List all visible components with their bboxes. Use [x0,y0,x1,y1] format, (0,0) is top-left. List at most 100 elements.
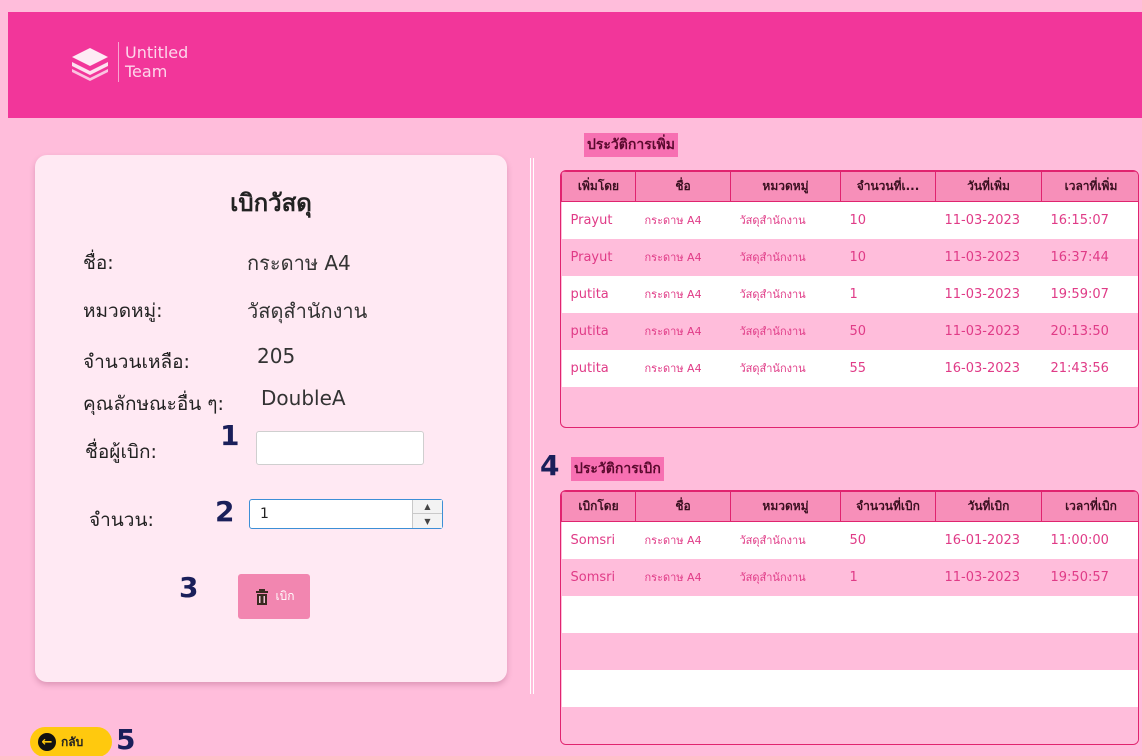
brand-logo: Untitled Team [66,38,188,86]
cell-user: putita [561,349,636,387]
cell-user: Prayut [561,201,636,239]
add-history-table[interactable]: เพิ่มโดย ชื่อ หมวดหมู่ จำนวนที่เ... วันท… [560,170,1139,428]
column-header[interactable]: วันที่เพิ่ม [935,171,1042,202]
quantity-value: 1 [260,506,269,522]
column-header[interactable]: เวลาที่เพิ่ม [1041,171,1138,202]
withdraw-history-title: ประวัติการเบิก [571,457,664,481]
cell-time: 16:15:07 [1041,201,1138,239]
column-header[interactable]: ชื่อ [635,171,731,202]
cell-date: 11-03-2023 [935,201,1042,239]
brand-text: Untitled Team [125,43,188,81]
cell-item: กระดาษ A4 [635,521,731,559]
cell-time: 19:50:57 [1041,558,1138,596]
brand-line2: Team [125,62,168,81]
column-header[interactable]: ชื่อ [635,491,731,522]
category-value: วัสดุสำนักงาน [247,299,368,323]
cell-date: 11-03-2023 [935,312,1042,350]
logo-divider [118,42,119,82]
cell-category: วัสดุสำนักงาน [730,201,841,239]
cell-user: Prayut [561,238,636,276]
cell-item: กระดาษ A4 [635,275,731,313]
cell-item: กระดาษ A4 [635,201,731,239]
name-label: ชื่อ: [83,252,114,274]
marker-2: 2 [215,495,235,528]
cell-item: กระดาษ A4 [635,312,731,350]
back-button-label: กลับ [61,734,84,749]
column-header[interactable]: หมวดหมู่ [730,491,841,522]
empty-row [561,706,1138,744]
requester-input[interactable] [256,431,424,465]
cell-category: วัสดุสำนักงาน [730,312,841,350]
cell-time: 21:43:56 [1041,349,1138,387]
column-header[interactable]: เบิกโดย [561,491,636,522]
cell-quantity: 1 [840,275,936,313]
cell-time: 11:00:00 [1041,521,1138,559]
empty-row [561,632,1138,670]
cell-category: วัสดุสำนักงาน [730,349,841,387]
remaining-value: 205 [257,344,296,368]
cell-category: วัสดุสำนักงาน [730,521,841,559]
cell-time: 20:13:50 [1041,312,1138,350]
cell-quantity: 10 [840,201,936,239]
requester-label: ชื่อผู้เบิก: [85,441,157,463]
column-header[interactable]: จำนวนที่เ... [840,171,936,202]
back-button[interactable]: ← กลับ [30,727,112,756]
cell-user: Somsri [561,521,636,559]
book-stack-icon [72,48,108,81]
table-row[interactable]: putita กระดาษ A4 วัสดุสำนักงาน 55 16-03-… [561,349,1138,387]
quantity-label: จำนวน: [89,509,154,531]
cell-date: 11-03-2023 [935,275,1042,313]
cell-quantity: 55 [840,349,936,387]
category-label: หมวดหมู่: [83,300,163,322]
withdraw-history-header-row: เบิกโดย ชื่อ หมวดหมู่ จำนวนที่เบิก วันที… [561,491,1138,522]
cell-date: 16-01-2023 [935,521,1042,559]
empty-row [561,595,1138,633]
properties-value: DoubleA [261,386,346,410]
table-row[interactable]: Somsri กระดาษ A4 วัสดุสำนักงาน 1 11-03-2… [561,558,1138,596]
empty-row [561,669,1138,707]
properties-label: คุณลักษณะอื่น ๆ: [83,393,224,415]
remaining-label: จำนวนเหลือ: [83,351,190,373]
marker-4: 4 [540,449,560,482]
form-title: เบิกวัสดุ [230,189,312,217]
add-history-title: ประวัติการเพิ่ม [584,133,678,157]
cell-quantity: 50 [840,312,936,350]
column-header[interactable]: หมวดหมู่ [730,171,841,202]
stepper-down-button[interactable]: ▼ [413,514,442,528]
table-row[interactable]: putita กระดาษ A4 วัสดุสำนักงาน 50 11-03-… [561,312,1138,350]
cell-quantity: 10 [840,238,936,276]
brand-line1: Untitled [125,43,189,62]
quantity-stepper[interactable]: 1 ▲ ▼ [249,499,443,529]
vertical-divider [530,158,534,694]
withdraw-form-card: เบิกวัสดุ ชื่อ: กระดาษ A4 หมวดหมู่: วัสด… [35,155,507,682]
cell-item: กระดาษ A4 [635,238,731,276]
stepper-buttons: ▲ ▼ [412,500,442,528]
cell-item: กระดาษ A4 [635,349,731,387]
cell-item: กระดาษ A4 [635,558,731,596]
table-row[interactable]: Prayut กระดาษ A4 วัสดุสำนักงาน 10 11-03-… [561,201,1138,239]
withdraw-history-table[interactable]: เบิกโดย ชื่อ หมวดหมู่ จำนวนที่เบิก วันที… [560,490,1139,745]
cell-category: วัสดุสำนักงาน [730,275,841,313]
cell-user: putita [561,275,636,313]
table-row[interactable]: Somsri กระดาษ A4 วัสดุสำนักงาน 50 16-01-… [561,521,1138,559]
cell-category: วัสดุสำนักงาน [730,558,841,596]
cell-date: 11-03-2023 [935,558,1042,596]
cell-quantity: 1 [840,558,936,596]
column-header[interactable]: เพิ่มโดย [561,171,636,202]
trash-icon [255,588,268,605]
cell-date: 16-03-2023 [935,349,1042,387]
add-history-header-row: เพิ่มโดย ชื่อ หมวดหมู่ จำนวนที่เ... วันท… [561,171,1138,202]
column-header[interactable]: จำนวนที่เบิก [840,491,936,522]
withdraw-button[interactable]: เบิก [238,574,310,619]
column-header[interactable]: วันที่เบิก [935,491,1042,522]
cell-date: 11-03-2023 [935,238,1042,276]
table-row[interactable]: putita กระดาษ A4 วัสดุสำนักงาน 1 11-03-2… [561,275,1138,313]
cell-time: 19:59:07 [1041,275,1138,313]
table-row[interactable]: Prayut กระดาษ A4 วัสดุสำนักงาน 10 11-03-… [561,238,1138,276]
marker-3: 3 [179,571,199,604]
marker-1: 1 [220,419,240,452]
stepper-up-button[interactable]: ▲ [413,500,442,514]
cell-quantity: 50 [840,521,936,559]
cell-time: 16:37:44 [1041,238,1138,276]
column-header[interactable]: เวลาที่เบิก [1041,491,1138,522]
